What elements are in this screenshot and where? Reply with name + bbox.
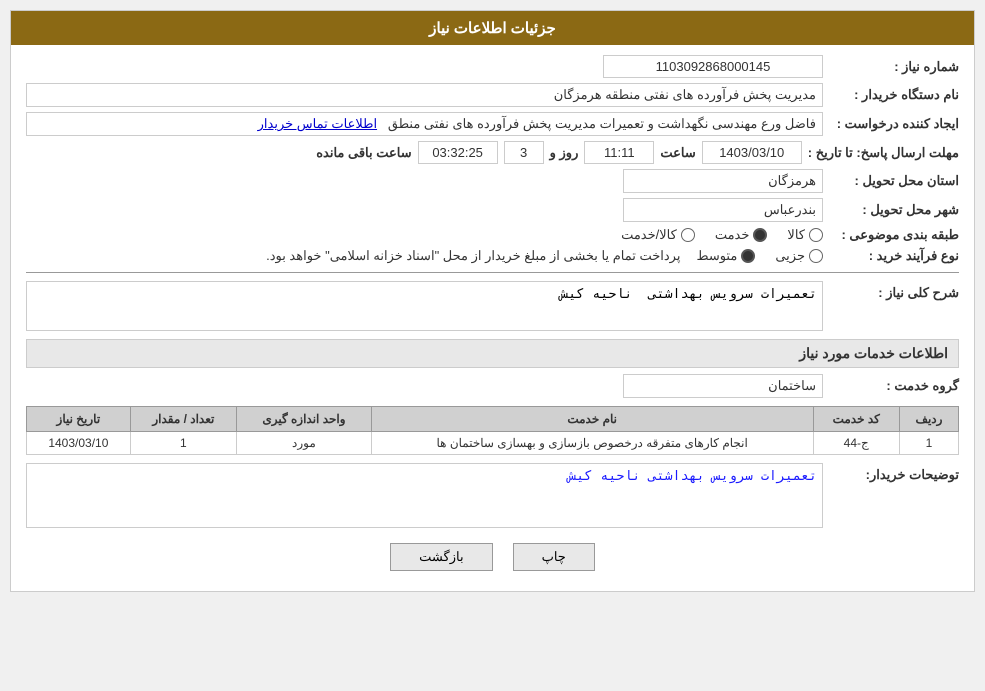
main-container: جزئیات اطلاعات نیاز شماره نیاز : 1103092… <box>10 10 975 592</box>
mohlat-roz-label: روز و <box>550 145 579 161</box>
ostan-value: هرمزگان <box>623 169 823 193</box>
sharhKolli-label: شرح کلی نیاز : <box>829 281 959 301</box>
print-button[interactable]: چاپ <box>513 543 595 571</box>
mohlat-baqi: 03:32:25 <box>418 141 498 164</box>
tabaqe-khadamat: خدمت <box>715 227 768 243</box>
noefarayand-radio-group: جزیی متوسط <box>696 248 823 264</box>
shomareNiaz-label: شماره نیاز : <box>829 59 959 75</box>
cell-nam: انجام کارهای متفرقه درخصوص بازسازی و بهس… <box>371 432 813 455</box>
ijadKonande-label: ایجاد کننده درخواست : <box>829 116 959 132</box>
sharhKolli-row: شرح کلی نیاز : <span data-bind="fields.s… <box>26 281 959 334</box>
buttons-row: چاپ بازگشت <box>26 543 959 571</box>
tabaqe-radio-group: کالا خدمت کالا/خدمت <box>621 227 823 243</box>
groheKhadamat-row: گروه خدمت : ساختمان <box>26 374 959 398</box>
shomareNiaz-row: شماره نیاز : 1103092868000145 <box>26 55 959 78</box>
khadamat-header: اطلاعات خدمات مورد نیاز <box>26 339 959 368</box>
tabaqe-kala: کالا <box>787 227 823 243</box>
shahr-value: بندرعباس <box>623 198 823 222</box>
shahr-label: شهر محل تحویل : <box>829 202 959 218</box>
tabaqe-khadamat-radio[interactable] <box>753 228 767 242</box>
divider-1 <box>26 272 959 273</box>
cell-vahed: مورد <box>237 432 372 455</box>
back-button[interactable]: بازگشت <box>390 543 492 571</box>
cell-tarikh: 1403/03/10 <box>27 432 131 455</box>
col-tedad: تعداد / مقدار <box>130 407 236 432</box>
namDastgah-row: نام دستگاه خریدار : مدیریت پخش فرآورده ه… <box>26 83 959 107</box>
shahr-row: شهر محل تحویل : بندرعباس <box>26 198 959 222</box>
tabaqe-row: طبقه بندی موضوعی : کالا خدمت کالا/خدمت <box>26 227 959 243</box>
col-nam: نام خدمت <box>371 407 813 432</box>
col-radif: ردیف <box>899 407 958 432</box>
cell-radif: 1 <box>899 432 958 455</box>
ijadKonande-link[interactable]: اطلاعات تماس خریدار <box>258 116 377 131</box>
tozihat-row: توضیحات خریدار: <box>26 463 959 531</box>
mohlat-saat: 11:11 <box>584 141 654 164</box>
cell-kod: ج-44 <box>813 432 899 455</box>
sharhKolli-value[interactable]: <span data-bind="fields.sharhKolli_value… <box>26 281 823 331</box>
page-wrapper: جزئیات اطلاعات نیاز شماره نیاز : 1103092… <box>0 0 985 691</box>
page-title: جزئیات اطلاعات نیاز <box>11 11 974 45</box>
tozihat-label: توضیحات خریدار: <box>829 463 959 483</box>
namDastgah-label: نام دستگاه خریدار : <box>829 87 959 103</box>
noefarayand-text: پرداخت تمام یا بخشی از مبلغ خریدار از مح… <box>266 248 680 264</box>
col-kod: کد خدمت <box>813 407 899 432</box>
col-tarikh: تاریخ نیاز <box>27 407 131 432</box>
noefarayand-label: نوع فرآیند خرید : <box>829 248 959 264</box>
noefarayand-motovaset-radio[interactable] <box>741 249 755 263</box>
noefarayand-jozi: جزیی <box>775 248 823 264</box>
table-row: 1 ج-44 انجام کارهای متفرقه درخصوص بازساز… <box>27 432 959 455</box>
noefarayand-row: نوع فرآیند خرید : جزیی متوسط پرداخت تمام… <box>26 248 959 264</box>
tabaqe-kala-khadamat: کالا/خدمت <box>621 227 695 243</box>
ostan-label: استان محل تحویل : <box>829 173 959 189</box>
tabaqe-kala-khadamat-radio[interactable] <box>681 228 695 242</box>
cell-tedad: 1 <box>130 432 236 455</box>
services-table: ردیف کد خدمت نام خدمت واحد اندازه گیری ت… <box>26 406 959 455</box>
mohlat-baqi-label: ساعت باقی مانده <box>316 145 411 161</box>
namDastgah-value: مدیریت پخش فرآورده های نفتی منطقه هرمزگا… <box>26 83 823 107</box>
col-vahed: واحد اندازه گیری <box>237 407 372 432</box>
tabaqe-label: طبقه بندی موضوعی : <box>829 227 959 243</box>
mohlat-saat-label: ساعت <box>660 145 695 161</box>
ijadKonande-row: ایجاد کننده درخواست : فاضل ورع مهندسی نگ… <box>26 112 959 136</box>
mohlat-roz: 3 <box>504 141 544 164</box>
mohlat-date: 1403/03/10 <box>702 141 802 164</box>
noefarayand-jozi-radio[interactable] <box>809 249 823 263</box>
ostan-row: استان محل تحویل : هرمزگان <box>26 169 959 193</box>
groheKhadamat-value: ساختمان <box>623 374 823 398</box>
tabaqe-kala-radio[interactable] <box>809 228 823 242</box>
content-area: شماره نیاز : 1103092868000145 نام دستگاه… <box>11 45 974 591</box>
mohlat-label: مهلت ارسال پاسخ: تا تاریخ : <box>808 145 959 161</box>
table-section: ردیف کد خدمت نام خدمت واحد اندازه گیری ت… <box>26 406 959 455</box>
ijadKonande-value: فاضل ورع مهندسی نگهداشت و تعمیرات مدیریت… <box>26 112 823 136</box>
tozihat-value[interactable] <box>26 463 823 528</box>
groheKhadamat-label: گروه خدمت : <box>829 378 959 394</box>
shomareNiaz-value: 1103092868000145 <box>603 55 823 78</box>
mohlat-row: مهلت ارسال پاسخ: تا تاریخ : 1403/03/10 س… <box>26 141 959 164</box>
noefarayand-motovaset: متوسط <box>696 248 755 264</box>
